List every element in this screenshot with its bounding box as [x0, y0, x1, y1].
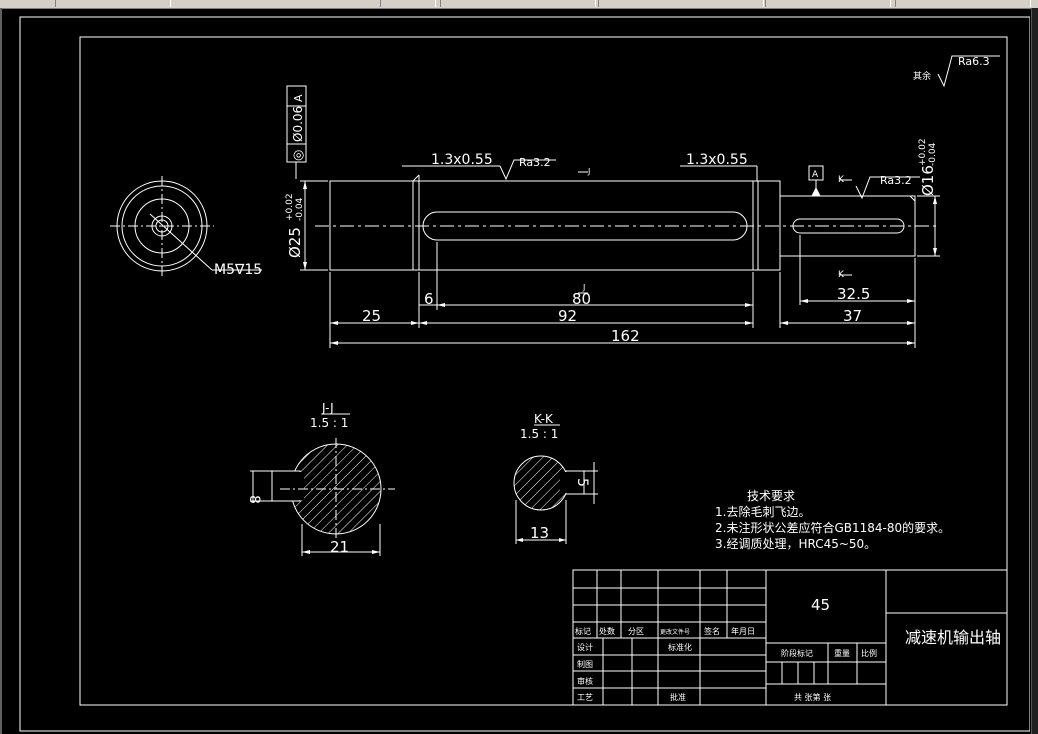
part-name: 减速机输出轴	[905, 628, 1001, 647]
dim-32-5: 32.5	[837, 285, 870, 303]
dimension-arrows	[303, 181, 937, 345]
dimension-lines	[286, 55, 1000, 348]
end-view	[110, 176, 262, 276]
dim-80: 80	[572, 290, 591, 308]
notes-title: 技术要求	[747, 489, 795, 503]
center-hole-label: M5∇15	[214, 262, 262, 278]
toolbar-lineweight-select[interactable]	[598, 0, 764, 7]
tolerance-datum: A	[292, 94, 305, 102]
dim-6: 6	[424, 290, 434, 308]
chamfer-right-label: 1.3x0.55	[686, 152, 748, 168]
drawing-frame	[79, 36, 1008, 706]
section-jj-diameter: 21	[330, 538, 349, 556]
shaft-main-view	[315, 174, 940, 271]
toolbar-color-select[interactable]	[895, 0, 1031, 7]
notes-line-2: 2.未注形状公差应符合GB1184-80的要求。	[715, 520, 950, 535]
header-mark: 标记	[575, 626, 591, 636]
scale-label: 比例	[861, 648, 877, 658]
notes-line-1: 1.去除毛刺飞边。	[715, 504, 810, 519]
notes-line-3: 3.经调质处理，HRC45~50。	[715, 537, 876, 551]
row-review: 审核	[577, 676, 593, 686]
section-jj-width: 8	[246, 495, 262, 504]
chamfer-left-label: 1.3x0.55	[431, 152, 493, 168]
dim-92: 92	[558, 307, 577, 325]
header-change-doc: 更改文件号	[660, 628, 690, 636]
diameter-16-label: Ø16	[919, 165, 937, 196]
toolbar-icons[interactable]	[55, 0, 171, 7]
section-j-top: J	[587, 167, 590, 176]
tolerance-symbol: ◎	[291, 150, 306, 161]
section-kk-width: 5	[574, 478, 590, 487]
sheets-label: 共 张第 张	[794, 692, 831, 702]
drawing-canvas[interactable]: 1.3x0.55 1.3x0.55 Ra3.2 Ra3.2 其余 Ra6.3 A…	[0, 8, 1030, 734]
stage-mark-label: 阶段标记	[781, 648, 813, 658]
toolbar-linetype-select[interactable]	[440, 0, 596, 7]
header-date: 年月日	[731, 626, 755, 636]
row-design: 设计	[577, 642, 593, 652]
outer-border	[19, 16, 1030, 732]
section-jj-scale: 1.5 : 1	[310, 416, 348, 430]
roughness-default-value: Ra6.3	[958, 55, 990, 68]
standardize-label: 标准化	[668, 642, 692, 652]
diameter-25-upper: +0.02	[285, 193, 295, 221]
section-kk-diameter: 13	[530, 524, 549, 542]
vertical-scrollbar[interactable]	[1031, 8, 1038, 734]
datum-a-label: A	[812, 170, 819, 180]
row-process: 工艺	[577, 693, 593, 702]
weight-label: 重量	[834, 648, 850, 658]
section-kk: K-K 1.5 : 1 13 5	[513, 412, 598, 544]
tolerance-value: Ø0.06	[291, 106, 305, 142]
dim-37: 37	[843, 307, 862, 325]
dim-25: 25	[362, 307, 381, 325]
toolbar-layer-icons[interactable]	[380, 0, 436, 7]
diameter-16-lower: -0.04	[928, 142, 938, 166]
diameter-25-lower: -0.04	[295, 197, 305, 221]
diameter-16-upper: +0.02	[918, 138, 928, 166]
roughness-left-label: Ra3.2	[519, 156, 551, 169]
section-kk-title: K-K	[534, 412, 554, 426]
header-count: 处数	[599, 626, 615, 636]
technical-notes: 技术要求 1.去除毛刺飞边。 2.未注形状公差应符合GB1184-80的要求。 …	[715, 489, 950, 551]
section-kk-scale: 1.5 : 1	[520, 427, 558, 441]
approve-label: 批准	[670, 692, 686, 702]
header-zone: 分区	[628, 627, 644, 636]
roughness-default-prefix: 其余	[913, 70, 931, 82]
roughness-right-label: Ra3.2	[880, 174, 912, 187]
dim-162: 162	[611, 327, 640, 345]
row-draw: 制图	[577, 659, 593, 669]
section-jj: J-J 1.5 : 1 21 8	[246, 401, 395, 556]
title-block: 45 减速机输出轴 标记 处数 分区 更改文件号 签名 年月日 设计 制图 审核…	[572, 569, 1008, 706]
diameter-25-label: Ø25	[286, 227, 304, 258]
material-label: 45	[811, 596, 830, 614]
section-jj-title: J-J	[321, 401, 334, 415]
header-signature: 签名	[704, 626, 720, 636]
toolbar-plotstyle-select[interactable]	[765, 0, 891, 7]
